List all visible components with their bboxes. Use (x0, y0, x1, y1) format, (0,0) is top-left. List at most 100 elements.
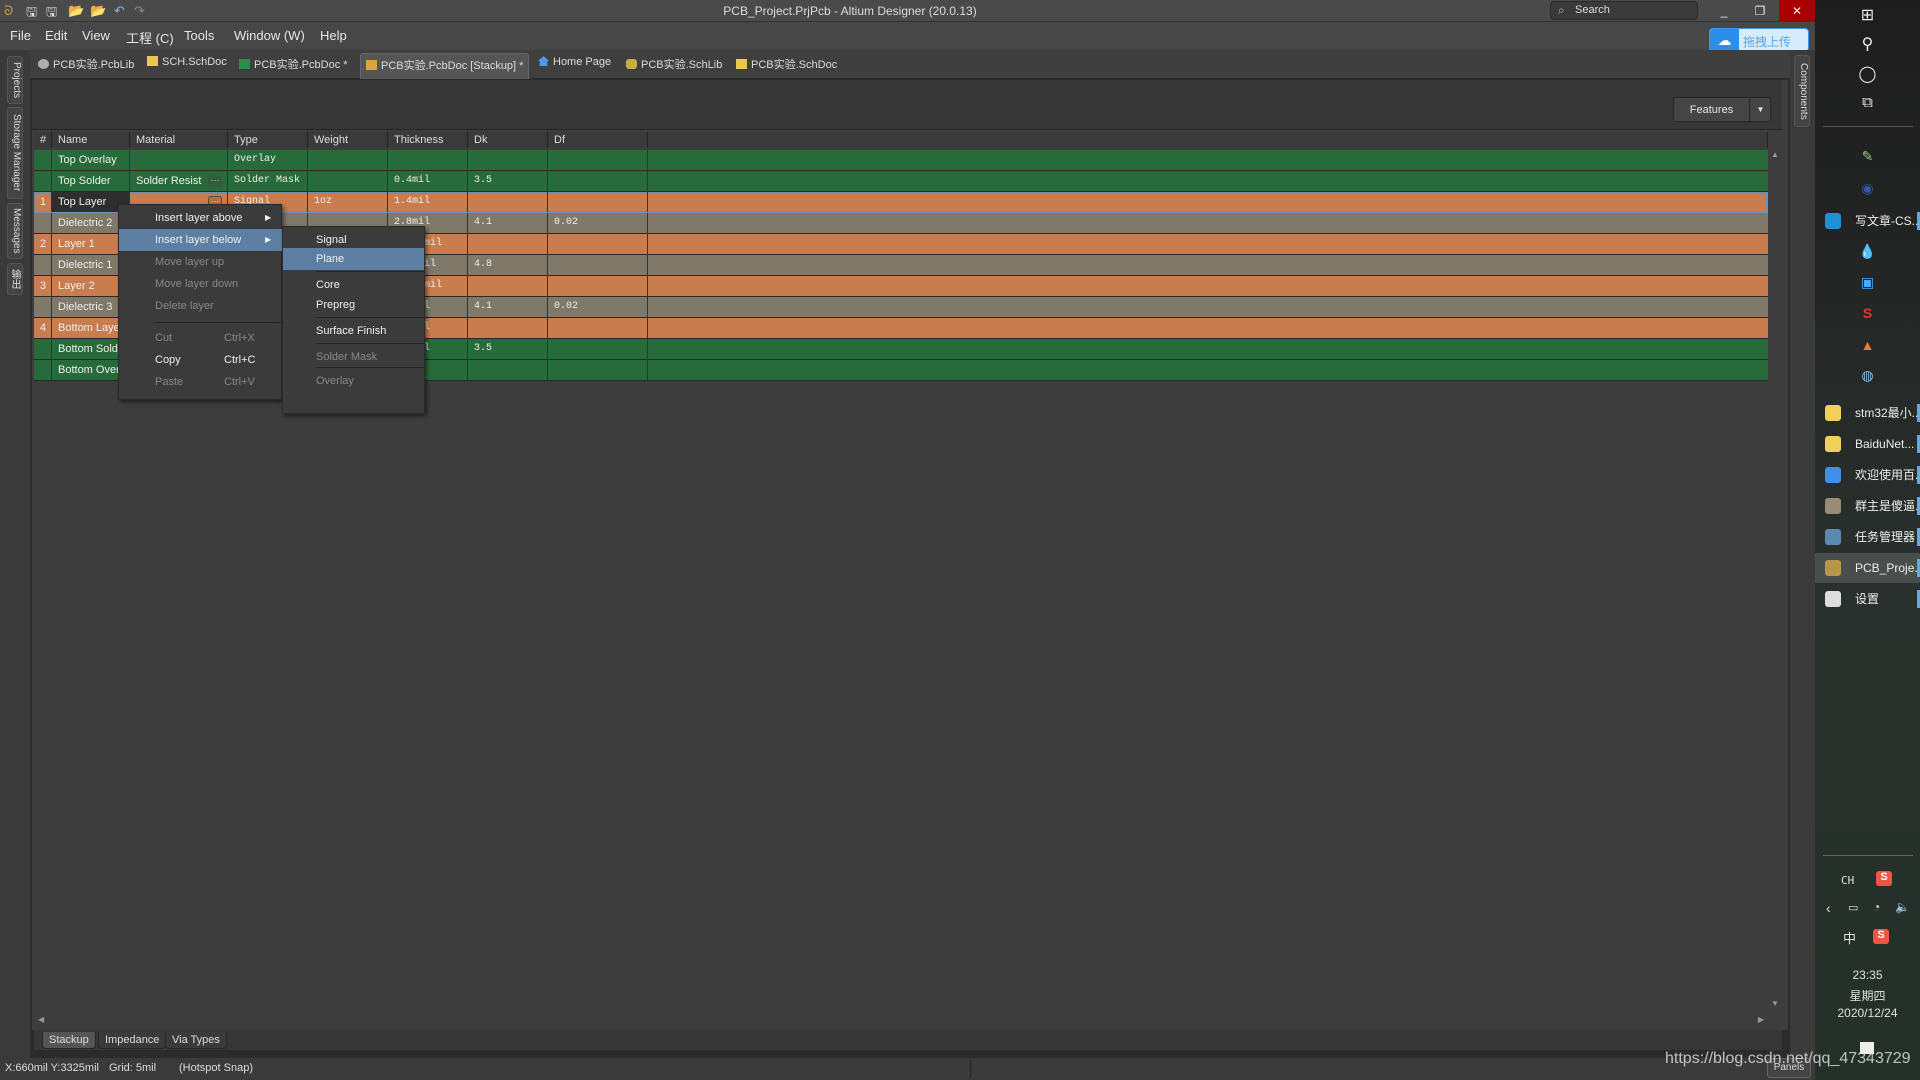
wifi-icon[interactable]: ◔ (1873, 900, 1880, 914)
cell-dk[interactable] (468, 150, 548, 170)
taskbar-item[interactable]: BaiduNet... (1815, 429, 1920, 459)
cell-df[interactable] (548, 150, 648, 170)
cell-num[interactable] (34, 360, 52, 380)
cell-dk[interactable] (468, 360, 548, 380)
menu-project[interactable]: 工程 (C) (126, 28, 174, 47)
close-button[interactable]: ✕ (1779, 0, 1815, 22)
menu-item-cut[interactable]: Cut Ctrl+X (119, 327, 283, 349)
steam-icon[interactable]: ◍ (1815, 367, 1920, 384)
column-header-type[interactable]: Type (228, 132, 308, 148)
cell-num[interactable] (34, 339, 52, 359)
submenu-item-solder-mask[interactable]: Solder Mask (283, 346, 424, 368)
menu-item-insert-layer-below[interactable]: Insert layer below ▶ (119, 229, 283, 251)
clock-date[interactable]: 2020/12/24 (1815, 1006, 1920, 1020)
panel-tab-projects[interactable]: Projects (7, 56, 23, 104)
scroll-down-icon[interactable]: ▼ (1771, 999, 1779, 1008)
taskbar-item[interactable]: 任务管理器 (1815, 522, 1920, 552)
search-input[interactable]: ⌕ Search (1550, 1, 1698, 20)
submenu-item-core[interactable]: Core (283, 274, 424, 296)
cell-df[interactable]: 0.02 (548, 297, 648, 317)
cell-type[interactable]: Solder Mask (228, 171, 308, 191)
cell-weight[interactable] (308, 171, 388, 191)
column-header-weight[interactable]: Weight (308, 132, 388, 148)
column-header-dk[interactable]: Dk (468, 132, 548, 148)
tab-stackup-bottom[interactable]: Stackup (42, 1032, 96, 1049)
sogou-tray-icon[interactable]: S (1876, 871, 1892, 886)
ime-indicator[interactable]: CH (1841, 874, 1854, 887)
cell-dk[interactable] (468, 318, 548, 338)
cell-dk[interactable]: 4.1 (468, 213, 548, 233)
panel-tab-messages[interactable]: Messages (7, 203, 23, 259)
cell-name[interactable]: Top Overlay (52, 150, 130, 170)
cell-num[interactable]: 3 (34, 276, 52, 296)
cell-df[interactable] (548, 234, 648, 254)
tab-home-page[interactable]: Home Page (538, 56, 611, 68)
cell-num[interactable] (34, 150, 52, 170)
cell-df[interactable] (548, 192, 648, 212)
tab-sch-schdoc[interactable]: SCH.SchDoc (147, 56, 227, 68)
column-header-df[interactable]: Df (548, 132, 648, 148)
panel-tab-components[interactable]: Components (1794, 55, 1810, 127)
cell-dk[interactable]: 3.5 (468, 171, 548, 191)
menu-item-paste[interactable]: Paste Ctrl+V (119, 371, 283, 393)
cell-dk[interactable]: 3.5 (468, 339, 548, 359)
taskbar-item[interactable]: 设置 (1815, 584, 1920, 614)
taskbar-item[interactable]: 写文章-CS... (1815, 206, 1920, 236)
panel-tab-storage-manager[interactable]: Storage Manager (7, 107, 23, 199)
battery-icon[interactable]: ▭ (1848, 901, 1858, 914)
eclipse-icon[interactable]: ◉ (1815, 180, 1920, 197)
submenu-item-plane[interactable]: Plane (283, 248, 424, 270)
windows-start-icon[interactable]: ⊞ (1815, 5, 1920, 25)
taskbar-item[interactable]: PCB_Proje... (1815, 553, 1920, 583)
clock-weekday[interactable]: 星期四 (1815, 987, 1920, 1004)
sogou-ime-icon[interactable]: S (1873, 929, 1889, 944)
cell-type[interactable]: Overlay (228, 150, 308, 170)
menu-edit[interactable]: Edit (45, 28, 67, 43)
droplet-app-icon[interactable]: 💧 (1815, 243, 1920, 260)
volume-icon[interactable]: 🔈 (1895, 900, 1910, 914)
cell-df[interactable] (548, 276, 648, 296)
upload-button[interactable]: ☁ 拖拽上传 (1709, 28, 1809, 52)
cell-weight[interactable]: 1oz (308, 192, 388, 212)
menu-item-insert-layer-above[interactable]: Insert layer above ▶ (119, 207, 283, 229)
tab-schdoc[interactable]: PCB实验.SchDoc (736, 56, 837, 72)
table-row[interactable]: Top Overlay Overlay (34, 150, 1768, 171)
cortana-icon[interactable]: ◯ (1815, 64, 1920, 84)
cell-dk[interactable] (468, 234, 548, 254)
column-header-material[interactable]: Material (130, 132, 228, 148)
tab-stackup[interactable]: PCB实验.PcbDoc [Stackup] * (360, 53, 530, 79)
tab-via-types[interactable]: Via Types (165, 1032, 227, 1049)
tab-impedance[interactable]: Impedance (98, 1032, 167, 1049)
scroll-up-icon[interactable]: ▲ (1771, 150, 1779, 159)
column-header-name[interactable]: Name (52, 132, 130, 148)
clock-time[interactable]: 23:35 (1815, 968, 1920, 982)
taskbar-item[interactable]: 欢迎使用百... (1815, 460, 1920, 490)
tab-schlib[interactable]: PCB实验.SchLib (626, 56, 722, 72)
cell-thickness[interactable]: 0.4mil (388, 171, 468, 191)
cell-num[interactable] (34, 171, 52, 191)
cell-name[interactable]: Top Solder (52, 171, 130, 191)
cell-num[interactable] (34, 255, 52, 275)
cell-df[interactable] (548, 255, 648, 275)
panel-tab-output[interactable]: 输出 (7, 263, 23, 295)
submenu-item-overlay[interactable]: Overlay (283, 370, 424, 392)
table-row[interactable]: Top Solder Solder Resist Solder Mask 0.4mil… (34, 171, 1768, 192)
chevron-down-icon[interactable]: ▼ (1749, 98, 1771, 121)
submenu-item-prepreg[interactable]: Prepreg (283, 294, 424, 316)
cell-num[interactable]: 4 (34, 318, 52, 338)
notepad-icon[interactable]: ✎ (1815, 148, 1920, 165)
menu-item-move-layer-up[interactable]: Move layer up (119, 251, 283, 273)
scroll-right-icon[interactable]: ▶ (1758, 1015, 1764, 1024)
cell-num[interactable] (34, 213, 52, 233)
window-app-icon[interactable]: ▣ (1815, 274, 1920, 291)
tab-pcblib[interactable]: PCB实验.PcbLib (38, 56, 134, 72)
input-mode-indicator[interactable]: 中 (1843, 928, 1856, 947)
cell-df[interactable] (548, 318, 648, 338)
column-header-num[interactable]: # (34, 132, 52, 148)
vertical-scrollbar[interactable]: ▲ ▼ (1768, 148, 1782, 1010)
cell-num[interactable] (34, 297, 52, 317)
cell-df[interactable]: 0.02 (548, 213, 648, 233)
table-row[interactable]: 1 Top Layer Signal 1oz 1.4mil ··· (34, 192, 1768, 213)
menu-file[interactable]: File (10, 28, 31, 43)
task-view-icon[interactable]: ⧉ (1815, 94, 1920, 111)
